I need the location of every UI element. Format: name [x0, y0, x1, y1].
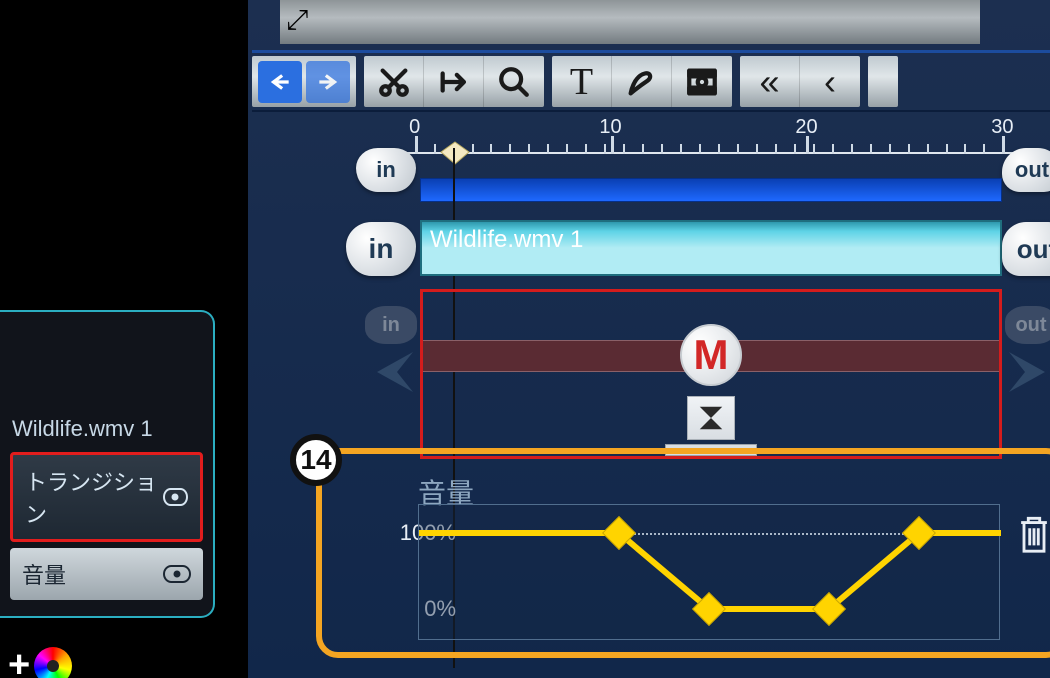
chevron-left-icon[interactable]: [357, 352, 413, 392]
skip-button[interactable]: [424, 56, 484, 107]
expand-icon[interactable]: ⤢: [286, 4, 308, 37]
snapshot-button[interactable]: [672, 56, 732, 107]
add-layer-button-2[interactable]: +: [0, 638, 80, 678]
clip-out-marker[interactable]: out: [1002, 222, 1050, 276]
clip-in-marker[interactable]: in: [346, 222, 416, 276]
plus-icon: +: [8, 644, 30, 678]
transition-track[interactable]: in out M: [420, 289, 1002, 459]
nav-group: « ‹: [740, 56, 860, 107]
edit-group: [364, 56, 544, 107]
selection-bar[interactable]: [420, 178, 1002, 202]
timeline-area: ⤢: [248, 0, 1050, 678]
nav-group-2: [868, 56, 898, 107]
volume-row[interactable]: 音量: [10, 548, 203, 600]
in-marker[interactable]: in: [356, 148, 416, 192]
toolbar: T « ‹: [252, 50, 1050, 112]
time-ruler[interactable]: 0 10 20 30: [402, 122, 1034, 166]
transition-label: トランジション: [25, 465, 163, 529]
callout-badge: 14: [290, 434, 342, 486]
play-button[interactable]: [868, 56, 898, 107]
hourglass-button[interactable]: [687, 396, 735, 440]
clip-title: Wildlife.wmv 1: [12, 416, 203, 442]
root: + Wildlife.wmv 1 トランジション 音量 + ⤢: [0, 0, 1050, 678]
delete-button[interactable]: [1016, 514, 1050, 554]
redo-button[interactable]: [306, 61, 350, 103]
visibility-icon[interactable]: [163, 565, 191, 583]
volume-envelope[interactable]: [418, 504, 1000, 640]
cut-button[interactable]: [364, 56, 424, 107]
undo-redo-group: [252, 56, 356, 107]
out-marker-disabled: out: [1005, 306, 1050, 344]
rewind-button[interactable]: «: [740, 56, 800, 107]
clip-label: Wildlife.wmv 1: [430, 226, 583, 254]
playhead-diamond-icon[interactable]: [438, 140, 472, 166]
chevron-right-icon[interactable]: [1009, 352, 1050, 392]
visibility-icon[interactable]: [163, 488, 188, 506]
clip-properties-panel: Wildlife.wmv 1 トランジション 音量: [0, 310, 215, 618]
insert-group: T: [552, 56, 732, 107]
preview-strip: [280, 0, 980, 44]
text-button[interactable]: T: [552, 56, 612, 107]
out-marker[interactable]: out: [1002, 148, 1050, 192]
color-wheel-icon: [34, 647, 72, 678]
search-button[interactable]: [484, 56, 544, 107]
in-marker-disabled: in: [365, 306, 417, 344]
undo-button[interactable]: [258, 61, 302, 103]
volume-label: 音量: [22, 558, 66, 590]
draw-button[interactable]: [612, 56, 672, 107]
transition-row[interactable]: トランジション: [10, 452, 203, 542]
m-badge[interactable]: M: [680, 324, 742, 386]
prev-button[interactable]: ‹: [800, 56, 860, 107]
video-clip[interactable]: Wildlife.wmv 1: [420, 220, 1002, 276]
